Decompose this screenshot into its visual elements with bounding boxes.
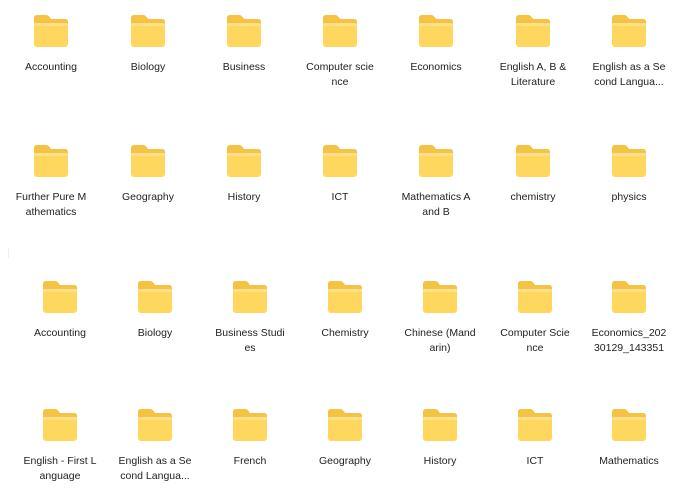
folder-label: physics: [611, 191, 647, 203]
folder-label: English A, B & Literature: [499, 61, 567, 88]
folder-row: Further Pure Mathematics Geography History…: [0, 144, 699, 244]
folder-icon: [421, 280, 459, 314]
folder-icon: [321, 144, 359, 178]
folder-icon: [321, 14, 359, 48]
folder-label: English as a Se cond Langua...: [118, 455, 192, 482]
folder-label: Geography: [319, 455, 371, 467]
folder-item[interactable]: physics: [581, 144, 677, 240]
folder-icon: [32, 14, 70, 48]
folder-item[interactable]: Computer scie nce: [292, 14, 388, 110]
folder-icon: [610, 144, 648, 178]
folder-icon: [136, 408, 174, 442]
folder-item[interactable]: ICT: [487, 408, 583, 496]
folder-item[interactable]: Accounting: [12, 280, 108, 376]
section-divider: [8, 248, 9, 258]
folder-row: English - First Language English as a Se c…: [0, 408, 699, 496]
folder-icon: [516, 408, 554, 442]
folder-icon: [610, 14, 648, 48]
folder-label: Biology: [137, 327, 173, 339]
folder-label: Business: [222, 61, 266, 73]
folder-label: French: [233, 455, 267, 467]
folder-item[interactable]: Chemistry: [297, 280, 393, 376]
folder-label: Chinese (Mand arin): [404, 327, 476, 354]
folder-icon: [610, 280, 648, 314]
folder-icon: [231, 280, 269, 314]
folder-label: Mathematics: [599, 455, 659, 467]
folder-icon: [421, 408, 459, 442]
folder-item[interactable]: History: [196, 144, 292, 240]
folder-row: Accounting Biology Business Computer scie nc…: [0, 14, 699, 114]
folder-icon: [514, 144, 552, 178]
folder-icon: [326, 408, 364, 442]
folder-row: Accounting Biology Business Studi es Chemist…: [0, 280, 699, 380]
folder-item[interactable]: Mathematics: [581, 408, 677, 496]
folder-item[interactable]: English - First Language: [12, 408, 108, 496]
folder-icon: [225, 14, 263, 48]
folder-label: History: [423, 455, 457, 467]
folder-label: Geography: [122, 191, 174, 203]
folder-icon: [514, 14, 552, 48]
folder-label: Computer scie nce: [306, 61, 374, 88]
folder-label: Accounting: [25, 61, 77, 73]
folder-icon: [417, 144, 455, 178]
folder-item[interactable]: Mathematics Aand B: [388, 144, 484, 240]
folder-item[interactable]: French: [202, 408, 298, 496]
folder-label: History: [227, 191, 261, 203]
folder-item[interactable]: Geography: [100, 144, 196, 240]
file-explorer-grid: Accounting Biology Business Computer scie nc…: [0, 0, 699, 496]
folder-item[interactable]: English as a Se cond Langua...: [107, 408, 203, 496]
folder-label: Further Pure Mathematics: [15, 191, 87, 218]
folder-label: Economics: [410, 61, 462, 73]
folder-label: English - First Language: [23, 455, 97, 482]
folder-label: Chemistry: [321, 327, 369, 339]
folder-icon: [225, 144, 263, 178]
folder-item[interactable]: Business: [196, 14, 292, 110]
folder-label: ICT: [526, 455, 544, 467]
folder-label: Economics_202 30129_143351: [591, 327, 667, 354]
folder-item[interactable]: ICT: [292, 144, 388, 240]
folder-item[interactable]: Business Studi es: [202, 280, 298, 376]
folder-icon: [417, 14, 455, 48]
folder-item[interactable]: Chinese (Mand arin): [392, 280, 488, 376]
folder-label: Business Studi es: [215, 327, 285, 354]
folder-label: chemistry: [510, 191, 556, 203]
folder-icon: [41, 408, 79, 442]
folder-icon: [610, 408, 648, 442]
folder-item[interactable]: Geography: [297, 408, 393, 496]
folder-icon: [41, 280, 79, 314]
folder-item[interactable]: Economics_202 30129_143351: [581, 280, 677, 376]
folder-item[interactable]: chemistry: [485, 144, 581, 240]
folder-label: Accounting: [34, 327, 86, 339]
folder-icon: [136, 280, 174, 314]
folder-icon: [129, 14, 167, 48]
folder-item[interactable]: English as a Se cond Langua...: [581, 14, 677, 110]
folder-icon: [516, 280, 554, 314]
folder-item[interactable]: Computer Scie nce: [487, 280, 583, 376]
folder-label: English as a Se cond Langua...: [592, 61, 666, 88]
folder-item[interactable]: Biology: [107, 280, 203, 376]
folder-item[interactable]: History: [392, 408, 488, 496]
folder-icon: [231, 408, 269, 442]
folder-item[interactable]: Biology: [100, 14, 196, 110]
folder-label: Biology: [130, 61, 166, 73]
folder-icon: [32, 144, 70, 178]
folder-label: Mathematics Aand B: [401, 191, 471, 218]
folder-item[interactable]: English A, B & Literature: [485, 14, 581, 110]
folder-label: ICT: [331, 191, 349, 203]
folder-item[interactable]: Economics: [388, 14, 484, 110]
folder-label: Computer Scie nce: [500, 327, 570, 354]
folder-item[interactable]: Further Pure Mathematics: [3, 144, 99, 240]
folder-icon: [129, 144, 167, 178]
folder-icon: [326, 280, 364, 314]
folder-item[interactable]: Accounting: [3, 14, 99, 110]
